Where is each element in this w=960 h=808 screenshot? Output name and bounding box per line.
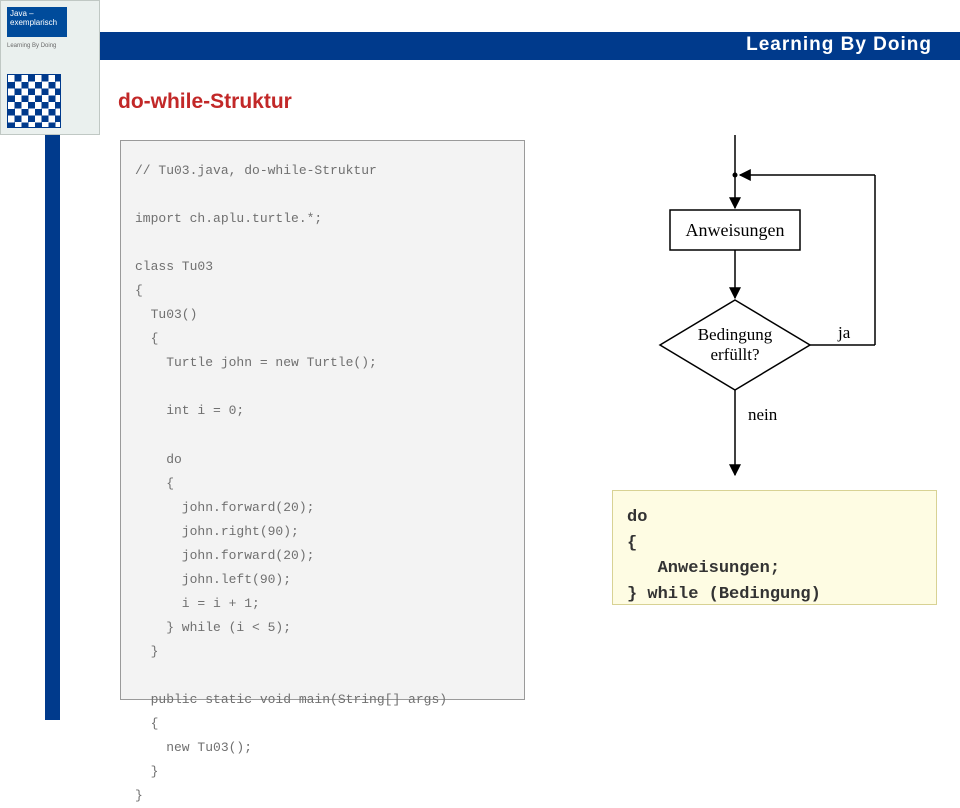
flow-decision-line1: Bedingung <box>698 325 773 344</box>
flow-yes-label: ja <box>837 323 851 342</box>
code-listing: // Tu03.java, do-while-Struktur import c… <box>120 140 525 700</box>
book-thumb-subtitle: Learning By Doing <box>7 43 56 49</box>
syntax-box: do { Anweisungen; } while (Bedingung) <box>612 490 937 605</box>
book-thumb-title: Java – exemplarisch <box>7 7 67 37</box>
flowchart: Anweisungen Bedingung erfüllt? ja nein <box>600 130 930 480</box>
flow-no-label: nein <box>748 405 778 424</box>
top-banner: Learning By Doing <box>0 32 960 60</box>
flow-decision-line2: erfüllt? <box>710 345 759 364</box>
book-thumbnail: Java – exemplarisch Learning By Doing <box>0 0 100 135</box>
section-title: do-while-Struktur <box>118 90 292 114</box>
banner-title: Learning By Doing <box>746 34 932 56</box>
left-stripe <box>45 60 60 720</box>
flow-block-label: Anweisungen <box>686 220 785 240</box>
book-thumb-chess-icon <box>7 74 61 128</box>
